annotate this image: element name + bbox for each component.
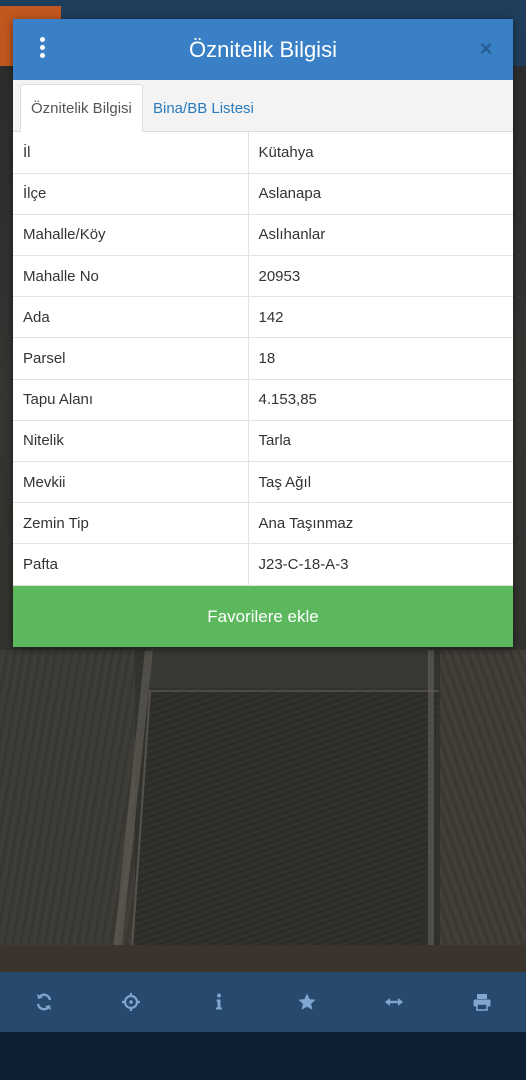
dialog-header: Öznitelik Bilgisi ×	[13, 19, 513, 80]
row-key: Tapu Alanı	[13, 379, 249, 421]
row-value: Tarla	[248, 420, 513, 463]
table-row: Ada 142	[13, 296, 513, 339]
bottom-toolbar	[0, 972, 526, 1032]
row-key: Mevkii	[13, 461, 249, 504]
row-key: Parsel	[13, 337, 249, 380]
map-field	[440, 650, 526, 972]
row-key: İlçe	[13, 173, 249, 215]
tab-attribute-info[interactable]: Öznitelik Bilgisi	[20, 84, 143, 132]
row-value: 142	[248, 296, 513, 339]
table-row: İl Kütahya	[13, 132, 513, 174]
map-parcel	[130, 690, 440, 950]
row-value: Aslıhanlar	[248, 214, 513, 257]
more-menu-icon[interactable]	[35, 37, 49, 61]
measure-icon[interactable]	[364, 972, 424, 1032]
row-key: Mahalle/Köy	[13, 214, 249, 257]
map-field	[0, 945, 526, 972]
table-row: Mahalle No 20953	[13, 255, 513, 298]
row-value: Ana Taşınmaz	[248, 502, 513, 545]
tab-building-list[interactable]: Bina/BB Listesi	[143, 84, 264, 132]
row-value: J23-C-18-A-3	[248, 543, 513, 586]
map-road	[428, 650, 434, 972]
table-row: Tapu Alanı 4.153,85	[13, 379, 513, 421]
add-favorite-button[interactable]: Favorilere ekle	[13, 586, 513, 647]
row-value: 20953	[248, 255, 513, 298]
bottom-strip	[0, 1032, 526, 1080]
table-row: Nitelik Tarla	[13, 420, 513, 463]
row-key: Ada	[13, 296, 249, 339]
row-key: İl	[13, 132, 249, 174]
table-row: Mahalle/Köy Aslıhanlar	[13, 214, 513, 257]
attribute-table: İl Kütahya İlçe Aslanapa Mahalle/Köy Aslıha…	[13, 132, 513, 586]
row-key: Zemin Tip	[13, 502, 249, 545]
info-icon[interactable]	[189, 972, 249, 1032]
row-value: Aslanapa	[248, 173, 513, 215]
row-value: Taş Ağıl	[248, 461, 513, 504]
refresh-icon[interactable]	[14, 972, 74, 1032]
table-row: Zemin Tip Ana Taşınmaz	[13, 502, 513, 545]
attribute-dialog: Öznitelik Bilgisi × Öznitelik Bilgisi Bi…	[13, 19, 513, 647]
row-key: Nitelik	[13, 420, 249, 463]
tab-bar: Öznitelik Bilgisi Bina/BB Listesi	[13, 80, 513, 132]
print-icon[interactable]	[452, 972, 512, 1032]
row-value: 18	[248, 337, 513, 380]
locate-icon[interactable]	[101, 972, 161, 1032]
row-value: Kütahya	[248, 132, 513, 174]
row-key: Mahalle No	[13, 255, 249, 298]
dialog-title: Öznitelik Bilgisi	[189, 36, 337, 62]
row-key: Pafta	[13, 543, 249, 586]
table-row: Parsel 18	[13, 337, 513, 380]
table-row: Pafta J23-C-18-A-3	[13, 543, 513, 586]
row-value: 4.153,85	[248, 379, 513, 421]
map-field	[0, 650, 135, 972]
table-row: İlçe Aslanapa	[13, 173, 513, 215]
table-row: Mevkii Taş Ağıl	[13, 461, 513, 504]
star-icon[interactable]	[277, 972, 337, 1032]
map-field	[150, 648, 430, 688]
close-icon[interactable]: ×	[475, 35, 497, 63]
